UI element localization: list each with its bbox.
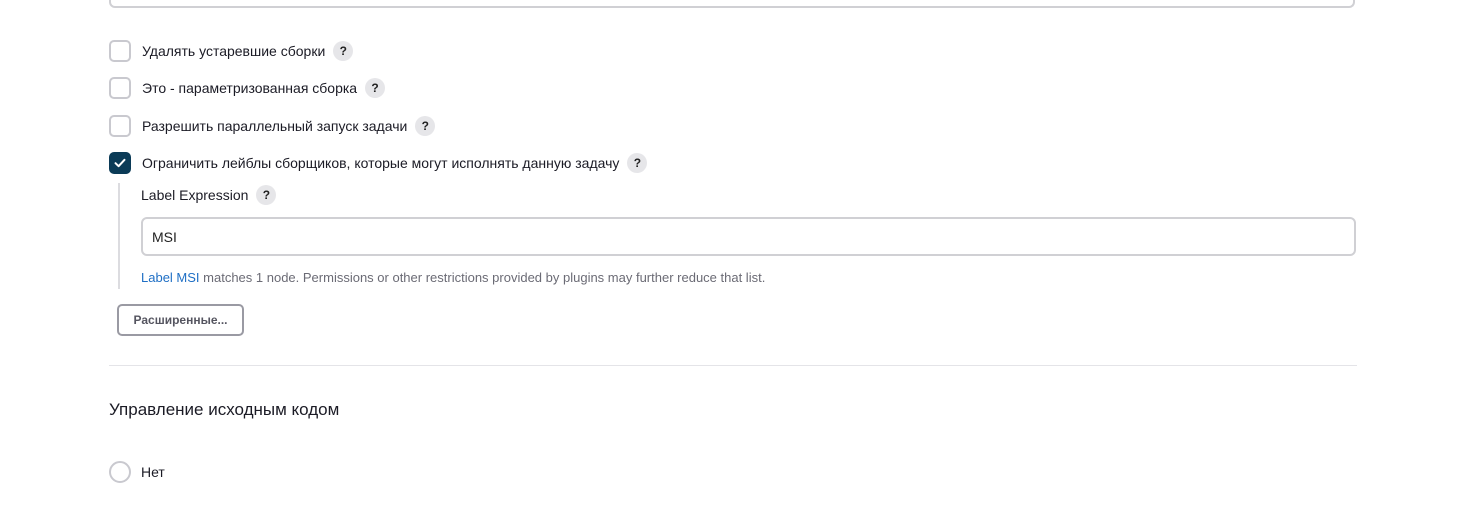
- parameterized-build-label[interactable]: Это - параметризованная сборка: [142, 80, 357, 96]
- discard-old-builds-label[interactable]: Удалять устаревшие сборки: [142, 43, 325, 59]
- discard-old-builds-checkbox[interactable]: [109, 40, 131, 62]
- concurrent-builds-checkbox[interactable]: [109, 115, 131, 137]
- job-config-page: Удалять устаревшие сборки ? Это - параме…: [0, 0, 1472, 510]
- label-expression-input[interactable]: [141, 217, 1356, 256]
- help-icon[interactable]: ?: [627, 153, 648, 173]
- checkmark-icon: [114, 158, 126, 168]
- option-concurrent-builds: Разрешить параллельный запуск задачи ?: [109, 114, 436, 138]
- scm-option-none: Нет: [109, 461, 165, 483]
- help-icon[interactable]: ?: [365, 78, 386, 98]
- nested-section-bar: [118, 183, 120, 289]
- restrict-labels-checkbox[interactable]: [109, 152, 131, 174]
- restrict-labels-label[interactable]: Ограничить лейблы сборщиков, которые мог…: [142, 155, 619, 171]
- option-restrict-labels: Ограничить лейблы сборщиков, которые мог…: [109, 151, 648, 175]
- parameterized-build-checkbox[interactable]: [109, 77, 131, 99]
- option-discard-old-builds: Удалять устаревшие сборки ?: [109, 39, 354, 63]
- scm-section-title: Управление исходным кодом: [109, 400, 340, 419]
- help-icon[interactable]: ?: [415, 116, 436, 136]
- previous-textarea[interactable]: [109, 0, 1355, 8]
- label-expression-hint: Label MSI matches 1 node. Permissions or…: [141, 270, 765, 285]
- help-icon[interactable]: ?: [256, 185, 277, 205]
- label-link[interactable]: Label MSI: [141, 270, 200, 285]
- advanced-button[interactable]: Расширенные...: [117, 304, 244, 336]
- label-expression-label: Label Expression: [141, 187, 249, 203]
- label-expression-header: Label Expression ?: [141, 184, 277, 206]
- help-icon[interactable]: ?: [333, 41, 354, 61]
- hint-text: matches 1 node. Permissions or other res…: [199, 270, 766, 285]
- concurrent-builds-label[interactable]: Разрешить параллельный запуск задачи: [142, 118, 407, 134]
- scm-none-radio[interactable]: [109, 461, 131, 483]
- option-parameterized-build: Это - параметризованная сборка ?: [109, 76, 386, 100]
- section-divider: [109, 365, 1357, 366]
- scm-none-label[interactable]: Нет: [141, 464, 165, 480]
